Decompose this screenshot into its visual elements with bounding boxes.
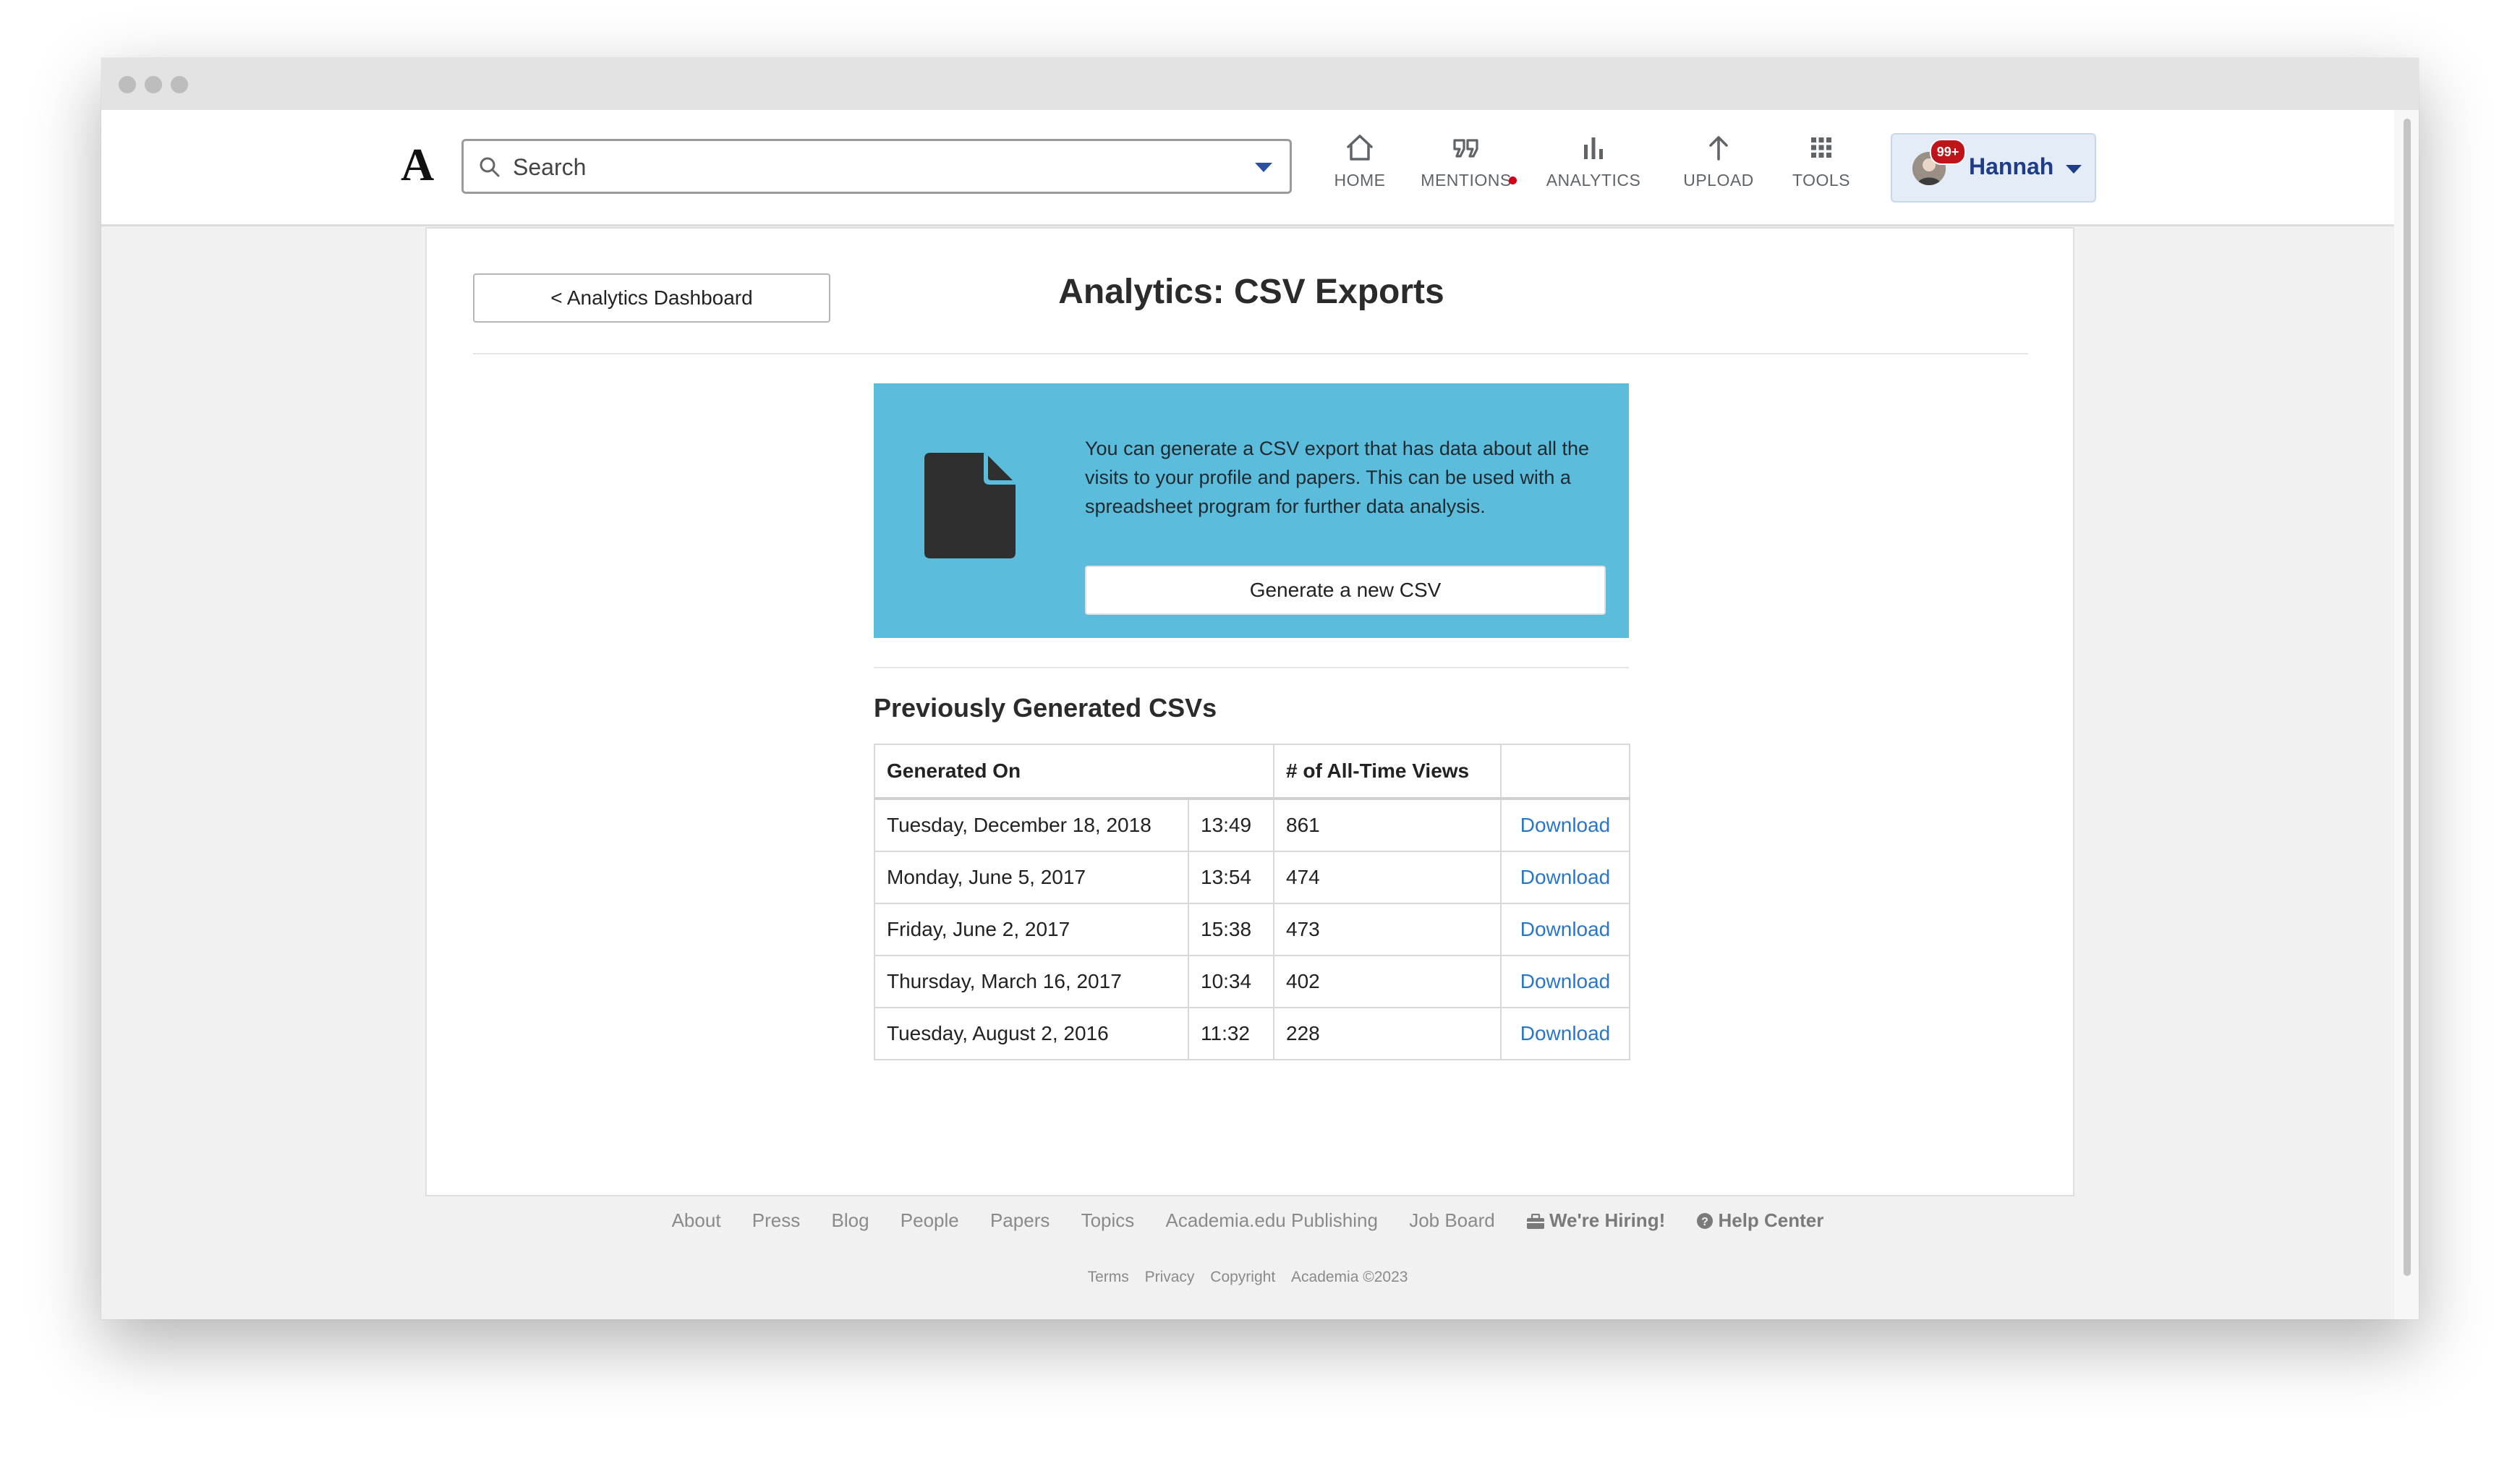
row-views: 228 [1273,1007,1502,1060]
csv-table: Generated On # of All-Time Views Tuesday… [874,744,1630,1060]
nav-tools[interactable]: TOOLS [1785,132,1857,204]
download-link[interactable]: Download [1500,1007,1630,1060]
footer-academia-copyright: Academia ©2023 [1291,1269,1408,1285]
row-time: 13:49 [1188,798,1274,852]
table-row: Tuesday, December 18, 2018 13:49 861 Dow… [874,798,1630,852]
nav-upload-label: UPLOAD [1683,171,1754,190]
window-close-dot[interactable] [119,76,136,93]
row-views: 861 [1273,798,1502,852]
nav-home[interactable]: HOME [1324,132,1396,204]
nav-upload[interactable]: UPLOAD [1675,132,1762,204]
window-zoom-dot[interactable] [171,76,188,93]
academia-logo[interactable]: A [401,142,434,188]
search-input[interactable]: Search [461,139,1292,194]
row-views: 402 [1273,955,1502,1008]
footer-link-publishing[interactable]: Academia.edu Publishing [1166,1209,1378,1232]
column-header-views: # of All-Time Views [1273,744,1502,799]
footer-link-topics[interactable]: Topics [1081,1209,1135,1232]
browser-window: A Search HOME MENTIONS ANALYTICS UPLOAD … [101,58,2419,1319]
briefcase-icon [1526,1213,1544,1229]
main-card: < Analytics Dashboard Analytics: CSV Exp… [425,227,2074,1196]
table-row: Tuesday, August 2, 2016 11:32 228 Downlo… [874,1007,1630,1060]
window-minimize-dot[interactable] [145,76,162,93]
file-icon [924,453,1016,558]
nav-home-label: HOME [1334,171,1386,190]
footer-link-people[interactable]: People [901,1209,959,1232]
row-time: 13:54 [1188,851,1274,904]
row-date: Tuesday, December 18, 2018 [874,798,1189,852]
download-link[interactable]: Download [1500,851,1630,904]
divider [473,353,2028,354]
footer-legal: Terms Privacy Copyright Academia ©2023 [101,1269,2394,1286]
row-views: 474 [1273,851,1502,904]
download-link[interactable]: Download [1500,903,1630,956]
row-time: 11:32 [1188,1007,1274,1060]
table-row: Thursday, March 16, 2017 10:34 402 Downl… [874,955,1630,1008]
search-icon [480,157,500,177]
footer-hiring-label: We're Hiring! [1549,1209,1666,1231]
table-header-row: Generated On # of All-Time Views [874,744,1630,799]
download-link[interactable]: Download [1500,955,1630,1008]
footer-link-help-center[interactable]: ? Help Center [1696,1209,1823,1232]
row-time: 10:34 [1188,955,1274,1008]
footer-link-press[interactable]: Press [752,1209,800,1232]
column-header-action [1500,744,1630,799]
bar-chart-icon [1584,137,1603,159]
notification-badge: 99+ [1930,139,1966,165]
footer-links: About Press Blog People Papers Topics Ac… [101,1209,2394,1232]
home-icon [1347,135,1373,161]
csv-info-text: You can generate a CSV export that has d… [1085,438,1590,517]
scrollbar[interactable] [2394,110,2419,1319]
footer-privacy[interactable]: Privacy [1145,1269,1195,1286]
mentions-notification-dot [1509,176,1517,184]
question-circle-icon: ? [1697,1213,1714,1229]
table-row: Friday, June 2, 2017 15:38 473 Download [874,903,1630,956]
footer-link-papers[interactable]: Papers [990,1209,1050,1232]
footer-terms[interactable]: Terms [1088,1269,1129,1286]
user-menu-button[interactable]: 99+ Hannah [1891,133,2096,203]
nav-tools-label: TOOLS [1792,171,1851,190]
nav-mentions-label: MENTIONS [1421,171,1512,190]
section-title: Previously Generated CSVs [874,693,1217,723]
window-titlebar [101,58,2419,111]
column-header-generated-on: Generated On [874,744,1274,799]
user-name: Hannah [1969,153,2054,179]
footer-link-blog[interactable]: Blog [831,1209,869,1232]
nav-analytics-label: ANALYTICS [1546,171,1641,190]
footer-link-hiring[interactable]: We're Hiring! [1526,1209,1665,1232]
footer-link-about[interactable]: About [672,1209,721,1232]
row-date: Tuesday, August 2, 2016 [874,1007,1189,1060]
arrow-up-icon [1709,136,1728,161]
table-row: Monday, June 5, 2017 13:54 474 Download [874,851,1630,904]
nav-mentions[interactable]: MENTIONS [1419,132,1517,204]
chevron-down-icon [2066,165,2082,174]
footer-copyright[interactable]: Copyright [1210,1269,1275,1286]
nav-analytics[interactable]: ANALYTICS [1539,132,1648,204]
divider [874,667,1629,668]
page-title: Analytics: CSV Exports [1058,273,1444,311]
scrollbar-thumb[interactable] [2404,119,2411,1276]
row-date: Thursday, March 16, 2017 [874,955,1189,1008]
chevron-down-icon[interactable] [1255,163,1272,172]
quote-icon [1453,139,1478,158]
row-date: Friday, June 2, 2017 [874,903,1189,956]
row-views: 473 [1273,903,1502,956]
row-time: 15:38 [1188,903,1274,956]
generate-csv-button[interactable]: Generate a new CSV [1085,566,1606,615]
row-date: Monday, June 5, 2017 [874,851,1189,904]
search-placeholder: Search [513,154,587,180]
download-link[interactable]: Download [1500,798,1630,852]
svg-text:?: ? [1702,1216,1709,1228]
csv-info-panel: You can generate a CSV export that has d… [874,383,1629,638]
top-navbar: A Search HOME MENTIONS ANALYTICS UPLOAD … [101,110,2394,226]
footer-help-label: Help Center [1718,1209,1824,1231]
grid-icon [1811,137,1831,158]
footer-link-job-board[interactable]: Job Board [1409,1209,1495,1232]
